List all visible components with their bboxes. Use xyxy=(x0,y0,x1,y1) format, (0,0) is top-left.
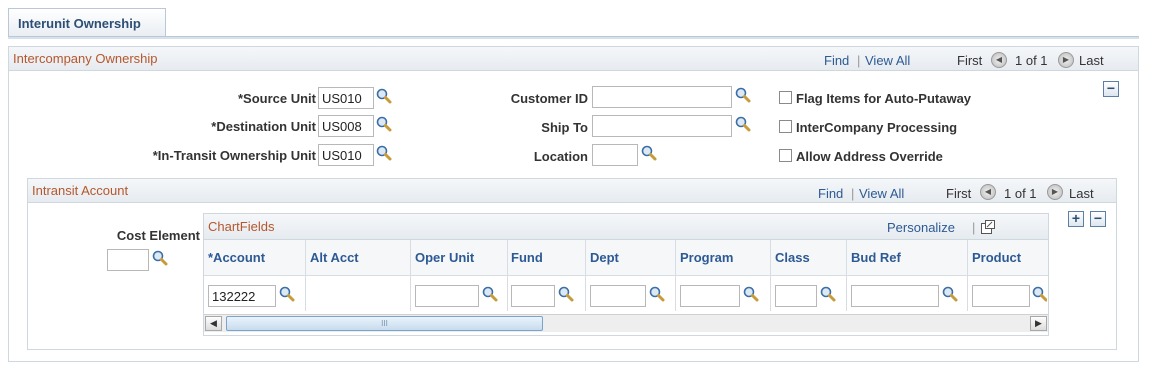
location-lookup-icon[interactable] xyxy=(640,144,658,162)
col-divider xyxy=(507,240,508,311)
scroll-left-icon[interactable]: ◀ xyxy=(205,316,222,331)
cost-element-lookup-icon[interactable] xyxy=(151,249,169,267)
col-divider xyxy=(846,240,847,311)
customer-id-lookup-icon[interactable] xyxy=(734,86,752,104)
col-program[interactable]: Program xyxy=(680,250,733,265)
intransit-find-link[interactable]: Find xyxy=(818,186,843,201)
col-class[interactable]: Class xyxy=(775,250,810,265)
intransit-last-label: Last xyxy=(1069,186,1094,201)
intransit-first-arrow-icon[interactable]: ◀ xyxy=(980,184,996,200)
source-unit-lookup-icon[interactable] xyxy=(375,87,393,105)
tab-underline xyxy=(8,36,1139,39)
next-arrow-icon[interactable]: ▶ xyxy=(1058,52,1074,68)
col-divider xyxy=(967,240,968,311)
col-divider xyxy=(410,240,411,311)
intransit-view-all-link[interactable]: View All xyxy=(859,186,904,201)
col-fund[interactable]: Fund xyxy=(511,250,543,265)
intransit-title: Intransit Account xyxy=(32,183,129,198)
customer-id-input[interactable] xyxy=(592,86,732,108)
view-all-link[interactable]: View All xyxy=(865,53,910,68)
account-input[interactable] xyxy=(208,285,276,307)
col-divider xyxy=(675,240,676,311)
col-divider xyxy=(770,240,771,311)
location-label: Location xyxy=(533,149,588,164)
ship-to-label: Ship To xyxy=(541,120,588,135)
customer-id-label: Customer ID xyxy=(510,91,588,106)
fund-lookup-icon[interactable] xyxy=(557,285,575,303)
row-range: 1 of 1 xyxy=(1015,53,1048,68)
product-input[interactable] xyxy=(972,285,1030,307)
col-product[interactable]: Product xyxy=(972,250,1021,265)
personalize-link[interactable]: Personalize xyxy=(887,220,955,235)
program-lookup-icon[interactable] xyxy=(742,285,760,303)
remove-row-button[interactable]: − xyxy=(1090,211,1106,227)
transit-unit-label: *In-Transit Ownership Unit xyxy=(152,148,316,163)
separator: | xyxy=(972,220,976,235)
transit-unit-lookup-icon[interactable] xyxy=(375,144,393,162)
col-oper-unit[interactable]: Oper Unit xyxy=(415,250,474,265)
col-divider xyxy=(585,240,586,311)
bud-ref-lookup-icon[interactable] xyxy=(941,285,959,303)
class-lookup-icon[interactable] xyxy=(819,285,837,303)
intransit-next-arrow-icon[interactable]: ▶ xyxy=(1047,184,1063,200)
flag-items-label: Flag Items for Auto-Putaway xyxy=(796,91,972,106)
panel-title: Intercompany Ownership xyxy=(13,51,158,66)
destination-unit-label: *Destination Unit xyxy=(211,119,316,134)
last-label: Last xyxy=(1079,53,1104,68)
intransit-first-label: First xyxy=(946,186,972,201)
scroll-thumb[interactable]: III xyxy=(226,316,543,331)
ship-to-lookup-icon[interactable] xyxy=(734,115,752,133)
product-lookup-icon[interactable] xyxy=(1031,285,1047,303)
oper-unit-input[interactable] xyxy=(415,285,479,307)
dept-input[interactable] xyxy=(590,285,646,307)
find-link[interactable]: Find xyxy=(824,53,849,68)
source-unit-input[interactable] xyxy=(318,87,374,109)
interco-processing-label: InterCompany Processing xyxy=(796,120,958,135)
chartfields-title: ChartFields xyxy=(208,219,275,234)
new-window-icon[interactable] xyxy=(980,219,996,235)
bud-ref-input[interactable] xyxy=(851,285,939,307)
dept-lookup-icon[interactable] xyxy=(648,285,666,303)
cost-element-label: Cost Element xyxy=(116,228,200,243)
flag-items-checkbox[interactable] xyxy=(779,91,792,104)
separator: | xyxy=(851,186,855,201)
tab-interunit-ownership[interactable]: Interunit Ownership xyxy=(8,8,166,36)
fund-input[interactable] xyxy=(511,285,555,307)
collapse-button[interactable]: − xyxy=(1103,81,1119,97)
separator: | xyxy=(857,53,861,68)
first-arrow-icon[interactable]: ◀ xyxy=(991,52,1007,68)
source-unit-label: *Source Unit xyxy=(237,91,316,106)
col-alt-acct[interactable]: Alt Acct xyxy=(310,250,359,265)
destination-unit-input[interactable] xyxy=(318,115,374,137)
transit-unit-input[interactable] xyxy=(318,144,374,166)
program-input[interactable] xyxy=(680,285,740,307)
allow-override-label: Allow Address Override xyxy=(796,149,943,164)
interco-processing-checkbox[interactable] xyxy=(779,120,792,133)
location-input[interactable] xyxy=(592,144,638,166)
destination-unit-lookup-icon[interactable] xyxy=(375,115,393,133)
col-dept[interactable]: Dept xyxy=(590,250,619,265)
class-input[interactable] xyxy=(775,285,817,307)
col-divider xyxy=(305,240,306,311)
intransit-row-range: 1 of 1 xyxy=(1004,186,1037,201)
ship-to-input[interactable] xyxy=(592,115,732,137)
add-row-button[interactable]: + xyxy=(1068,211,1084,227)
col-bud-ref[interactable]: Bud Ref xyxy=(851,250,901,265)
first-label: First xyxy=(957,53,983,68)
col-account[interactable]: *Account xyxy=(208,250,265,265)
allow-override-checkbox[interactable] xyxy=(779,149,792,162)
cost-element-input[interactable] xyxy=(107,249,149,271)
oper-unit-lookup-icon[interactable] xyxy=(481,285,499,303)
scroll-right-icon[interactable]: ▶ xyxy=(1030,316,1047,331)
account-lookup-icon[interactable] xyxy=(278,285,296,303)
